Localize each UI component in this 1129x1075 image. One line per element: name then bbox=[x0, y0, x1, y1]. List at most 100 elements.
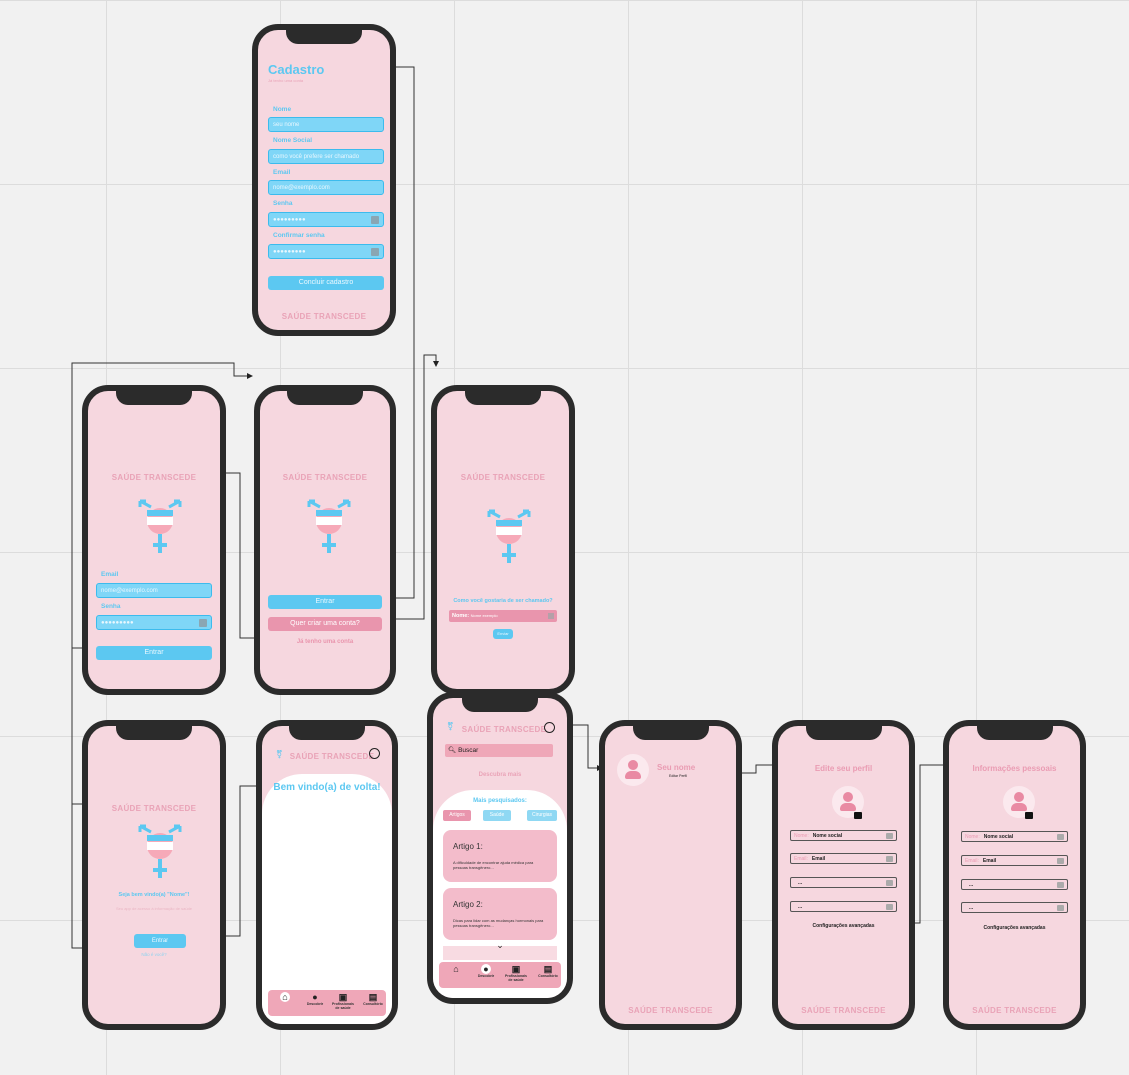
page-subtitle[interactable]: Já tenho uma conta bbox=[268, 78, 303, 83]
field-value: Email bbox=[982, 858, 997, 864]
cadastro-screen: Cadastro Já tenho uma conta Nome seu nom… bbox=[252, 24, 396, 336]
nome-social-field[interactable]: como você prefere ser chamado bbox=[268, 149, 384, 164]
login-screen: SAÚDE TRANSCEDE Email nome@exemplo.com S… bbox=[82, 385, 226, 695]
extra-field[interactable]: ... bbox=[961, 879, 1068, 890]
phone-notch bbox=[286, 30, 362, 44]
home-title: Bem vindo(a) de volta! bbox=[273, 782, 381, 793]
name-screen: SAÚDE TRANSCEDE Como você gostaria de se… bbox=[431, 385, 575, 695]
tab-profissionais[interactable]: ▣ Profissionais de saúde bbox=[330, 992, 356, 1010]
edit-icon[interactable] bbox=[1057, 834, 1064, 840]
tab-label: Consultório bbox=[538, 974, 558, 978]
advanced-settings-link[interactable]: Configurações avançadas bbox=[949, 925, 1080, 931]
search-input[interactable]: 🔍︎ Buscar bbox=[445, 744, 553, 757]
clear-icon[interactable] bbox=[548, 613, 554, 619]
phone-notch bbox=[116, 391, 192, 405]
entrar-button[interactable]: Entrar bbox=[268, 595, 382, 609]
extra-field[interactable]: ... bbox=[790, 901, 897, 912]
edit-icon[interactable] bbox=[886, 856, 893, 862]
entrar-button[interactable]: Entrar bbox=[134, 934, 186, 948]
label-email: Email bbox=[101, 571, 119, 578]
nome-field[interactable]: Nome: Nome social bbox=[961, 831, 1068, 842]
search-placeholder: Buscar bbox=[458, 747, 479, 754]
chip-saude[interactable]: Saúde bbox=[483, 810, 511, 821]
edit-icon[interactable] bbox=[1057, 882, 1064, 888]
field-value: ... bbox=[969, 882, 974, 888]
nao-e-voce-link[interactable]: Não é você? bbox=[88, 952, 220, 957]
tab-consultorio[interactable]: ▤ Consultório bbox=[360, 992, 386, 1006]
professionals-icon: ▣ bbox=[338, 992, 348, 1002]
extra-field[interactable]: ... bbox=[790, 877, 897, 888]
tab-descobrir[interactable]: ● Descobrir bbox=[302, 992, 328, 1006]
avatar-body bbox=[1011, 803, 1027, 811]
greeting-title: Seja bem vindo(a) "Nome"! bbox=[118, 892, 190, 898]
camera-icon[interactable] bbox=[1025, 812, 1033, 819]
email-field[interactable]: Email: Email bbox=[961, 855, 1068, 866]
chip-cirurgias[interactable]: Cirurgias bbox=[527, 810, 557, 821]
edit-icon[interactable] bbox=[1057, 905, 1064, 911]
nome-field[interactable]: Nome: Nome social bbox=[790, 830, 897, 841]
edit-profile-link[interactable]: Editar Perfil bbox=[669, 774, 687, 778]
discover-icon: ● bbox=[481, 964, 491, 974]
edit-icon[interactable] bbox=[1057, 858, 1064, 864]
profile-name: Seu nome bbox=[657, 763, 696, 772]
entrar-button[interactable]: Entrar bbox=[96, 646, 212, 660]
avatar-head bbox=[1014, 792, 1024, 802]
article-card[interactable]: Artigo 1: A dificuldade de encontrar aju… bbox=[443, 830, 557, 882]
field-value: Nome social bbox=[983, 834, 1014, 840]
concluir-cadastro-button[interactable]: Concluir cadastro bbox=[268, 276, 384, 290]
tab-label: Descobrir bbox=[306, 1002, 324, 1006]
edit-icon[interactable] bbox=[886, 833, 893, 839]
name-field[interactable]: Nome: Nome exemplo bbox=[449, 610, 557, 622]
confirmar-senha-value: ●●●●●●●●● bbox=[273, 249, 306, 255]
nome-field[interactable]: seu nome bbox=[268, 117, 384, 132]
ja-tenho-conta-link[interactable]: Já tenho uma conta bbox=[260, 639, 390, 645]
personal-info-screen: Informações pessoais Nome: Nome social Em… bbox=[943, 720, 1086, 1030]
home-screen: ⚧ SAÚDE TRANSCEDE Bem vindo(a) de volta!… bbox=[256, 720, 398, 1030]
eye-icon[interactable] bbox=[371, 248, 379, 256]
chevron-down-icon[interactable]: ⌄ bbox=[433, 940, 567, 951]
advanced-settings-link[interactable]: Configurações avançadas bbox=[778, 923, 909, 929]
profile-icon[interactable] bbox=[544, 722, 555, 733]
calendar-icon: ▤ bbox=[368, 992, 378, 1002]
chip-row: Artigos Saúde Cirurgias bbox=[443, 810, 557, 822]
tab-home[interactable]: ⌂ bbox=[272, 992, 298, 1002]
senha-field[interactable]: ●●●●●●●●● bbox=[268, 212, 384, 227]
label-nome-social: Nome Social bbox=[273, 137, 313, 144]
email-field[interactable]: nome@exemplo.com bbox=[268, 180, 384, 195]
phone-notch bbox=[632, 726, 709, 740]
name-field-label: Nome: bbox=[452, 613, 470, 619]
edit-icon[interactable] bbox=[886, 880, 893, 886]
confirmar-senha-field[interactable]: ●●●●●●●●● bbox=[268, 244, 384, 259]
avatar-head bbox=[628, 760, 638, 770]
field-placeholder: Email: bbox=[965, 858, 979, 864]
extra-field[interactable]: ... bbox=[961, 902, 1068, 913]
profile-icon[interactable] bbox=[369, 748, 380, 759]
email-field[interactable]: Email: Email bbox=[790, 853, 897, 864]
edit-icon[interactable] bbox=[886, 904, 893, 910]
senha-input[interactable]: ●●●●●●●●● bbox=[96, 615, 212, 630]
chip-artigos[interactable]: Artigos bbox=[443, 810, 471, 821]
field-value: ... bbox=[798, 904, 803, 910]
article-card[interactable]: Artigo 2: Dicas para lidar com as mudanç… bbox=[443, 888, 557, 940]
brand-logo: SAÚDE TRANSCEDE bbox=[972, 1006, 1057, 1015]
camera-icon[interactable] bbox=[854, 812, 862, 819]
email-input[interactable]: nome@exemplo.com bbox=[96, 583, 212, 598]
tab-consultorio[interactable]: ▤ Consultório bbox=[535, 964, 561, 978]
eye-icon[interactable] bbox=[371, 216, 379, 224]
article-text: Dicas para lidar com as mudanças hormona… bbox=[453, 918, 544, 928]
discover-screen: ⚧ SAÚDE TRANSCEDE 🔍︎ Buscar Descubra mai… bbox=[427, 692, 573, 1004]
brand-logo: SAÚDE TRANSCEDE bbox=[282, 473, 368, 482]
eye-icon[interactable] bbox=[199, 619, 207, 627]
brand-logo: SAÚDE TRANSCEDE bbox=[460, 473, 546, 482]
home-icon: ⌂ bbox=[453, 964, 459, 974]
enviar-button[interactable]: Enviar bbox=[493, 629, 513, 639]
welcome-screen: SAÚDE TRANSCEDE Entrar Quer criar uma co… bbox=[254, 385, 396, 695]
trans-symbol-icon bbox=[138, 499, 182, 553]
most-searched-label: Mais pesquisados: bbox=[473, 798, 527, 804]
tab-profissionais[interactable]: ▣ Profissionais de saúde bbox=[503, 964, 529, 982]
brand-logo: SAÚDE TRANSCEDE bbox=[111, 473, 197, 482]
tab-descobrir[interactable]: ● Descobrir bbox=[473, 964, 499, 978]
tab-label: Descobrir bbox=[477, 974, 495, 978]
criar-conta-button[interactable]: Quer criar uma conta? bbox=[268, 617, 382, 631]
tab-home[interactable]: ⌂ bbox=[443, 964, 469, 974]
